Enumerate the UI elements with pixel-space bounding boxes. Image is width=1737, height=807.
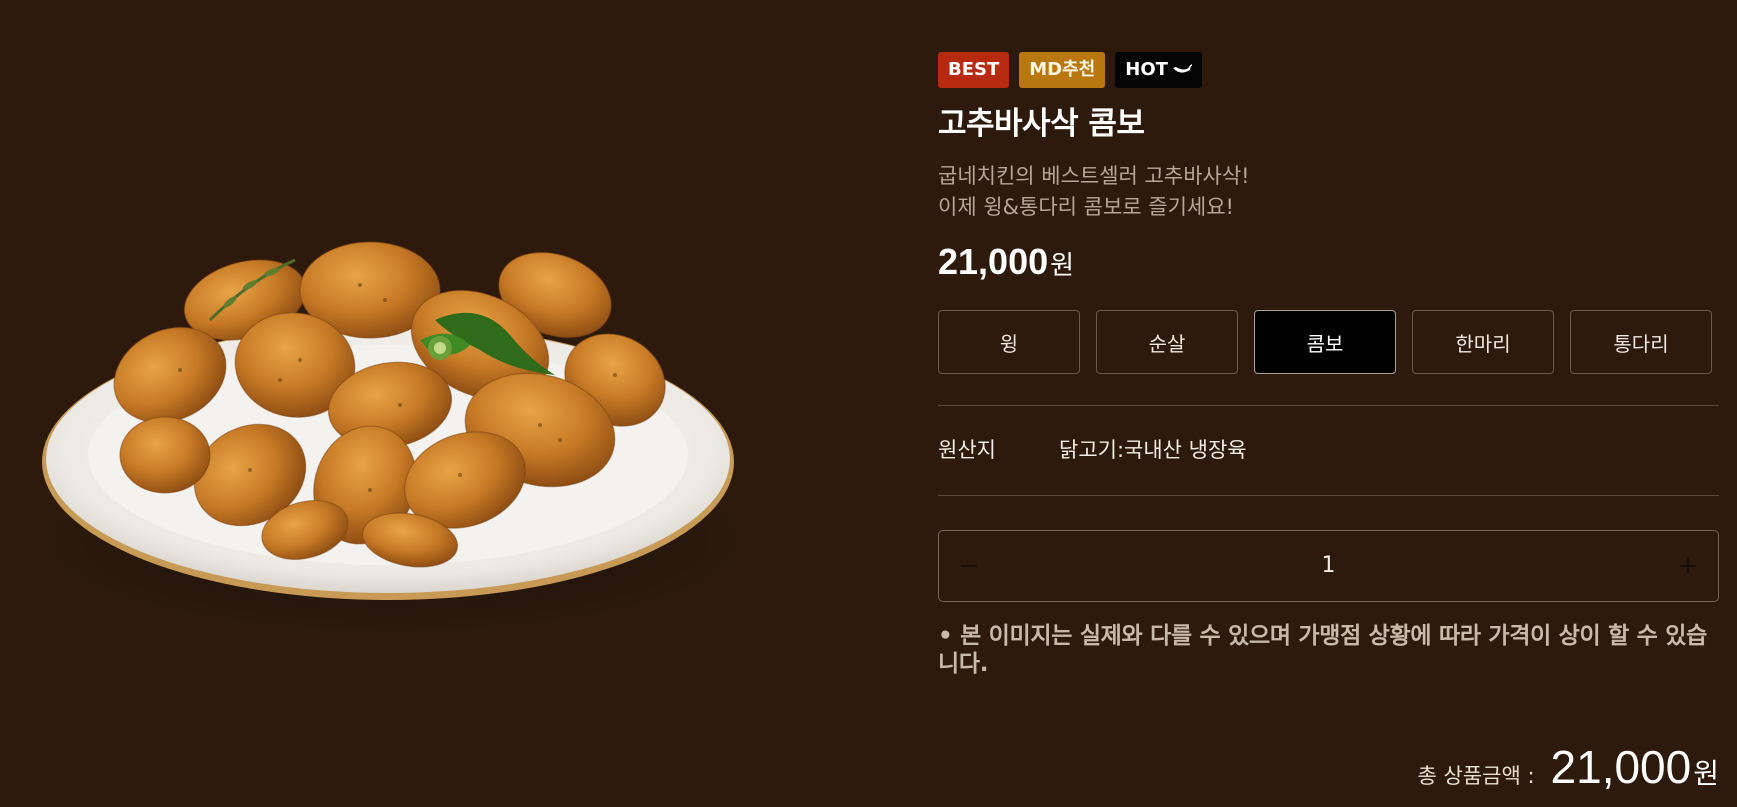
divider [938, 405, 1719, 406]
quantity-value[interactable]: 1 [999, 531, 1658, 601]
hot-badge: HOT [1115, 52, 1202, 88]
hot-badge-label: HOT [1125, 59, 1168, 80]
total-price-amount: 21,000 [1550, 741, 1692, 793]
price-amount: 21,000 [938, 241, 1049, 282]
badge-row: BEST MD추천 HOT [938, 52, 1719, 88]
total-price: 총 상품금액 : 21,000 원 [1418, 740, 1720, 794]
best-badge-label: BEST [948, 59, 1000, 80]
quantity-decrease-button[interactable] [939, 531, 999, 601]
option-boneless[interactable]: 순살 [1096, 310, 1238, 374]
quantity-stepper: 1 [938, 530, 1719, 602]
origin-row: 원산지 닭고기:국내산 냉장육 [938, 434, 1247, 464]
best-badge: BEST [938, 52, 1010, 88]
product-info-panel: BEST MD추천 HOT 고추바사삭 콤보 굽네치킨의 베스트셀러 고추바사삭… [938, 52, 1719, 677]
total-price-unit: 원 [1693, 757, 1719, 790]
option-whole[interactable]: 한마리 [1412, 310, 1554, 374]
price-unit: 원 [1050, 251, 1075, 281]
fried-chicken-plate-image [40, 241, 750, 635]
md-recommend-badge-label: MD추천 [1029, 59, 1096, 80]
product-description: 굽네치킨의 베스트셀러 고추바사삭! 이제 윙&통다리 콤보로 즐기세요! [938, 161, 1719, 223]
md-recommend-badge: MD추천 [1019, 52, 1106, 88]
minus-icon [960, 557, 978, 575]
origin-label: 원산지 [938, 438, 996, 462]
quantity-increase-button[interactable] [1658, 531, 1718, 601]
product-image [40, 240, 750, 640]
description-line: 이제 윙&통다리 콤보로 즐기세요! [938, 195, 1234, 219]
product-detail-page: BEST MD추천 HOT 고추바사삭 콤보 굽네치킨의 베스트셀러 고추바사삭… [0, 0, 1737, 807]
option-drumstick[interactable]: 통다리 [1570, 310, 1712, 374]
chili-pepper-icon [1172, 64, 1192, 76]
origin-value: 닭고기:국내산 냉장육 [1059, 438, 1247, 462]
option-selector: 윙 순살 콤보 한마리 통다리 [938, 310, 1712, 374]
option-combo[interactable]: 콤보 [1254, 310, 1396, 374]
plus-icon [1679, 557, 1697, 575]
divider [938, 495, 1719, 496]
image-disclaimer: • 본 이미지는 실제와 다를 수 있으며 가맹점 상황에 따라 가격이 상이 … [938, 623, 1707, 677]
description-line: 굽네치킨의 베스트셀러 고추바사삭! [938, 164, 1250, 188]
product-title: 고추바사삭 콤보 [938, 106, 1145, 142]
total-price-label: 총 상품금액 : [1417, 764, 1535, 788]
product-price: 21,000 원 [938, 241, 1719, 285]
option-wing[interactable]: 윙 [938, 310, 1080, 374]
